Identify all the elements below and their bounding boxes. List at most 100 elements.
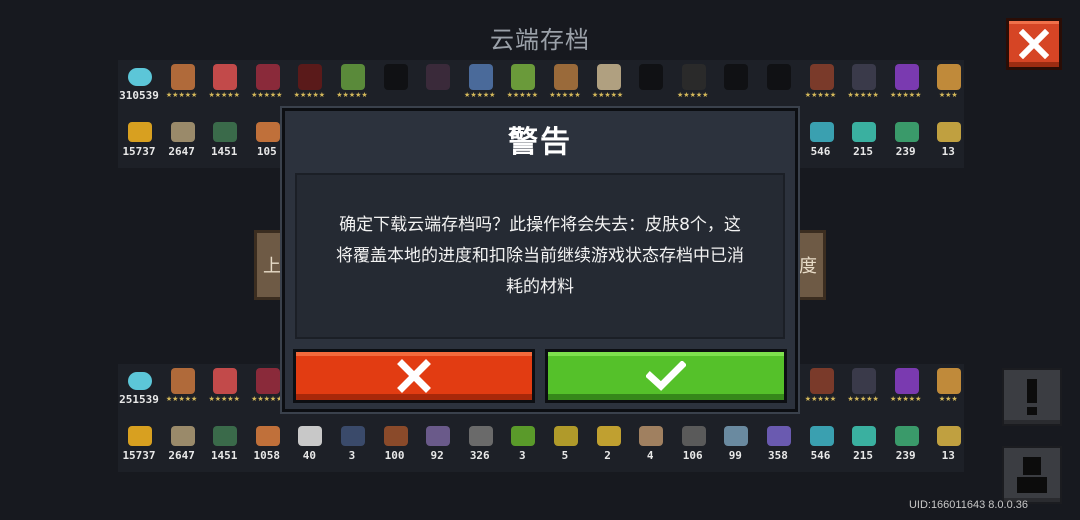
- hero-skin-icon: [170, 64, 195, 90]
- material-icon: [724, 426, 749, 446]
- skin-slot: ★★★★★: [842, 364, 885, 416]
- material-icon: [170, 426, 195, 446]
- hero-skin-icon: [255, 64, 280, 90]
- skin-slot: ★★★★★: [587, 60, 630, 112]
- material-count: 13: [941, 145, 955, 158]
- page-title: 云端存档: [490, 26, 590, 54]
- material-icon: [937, 426, 962, 446]
- material-icon: [681, 426, 706, 446]
- hero-skin-icon: [468, 64, 493, 90]
- material-icon: [596, 426, 621, 446]
- skin-stars: ★★★★★: [591, 91, 624, 99]
- material-icon: [468, 426, 493, 446]
- hero-skin-icon: [681, 64, 706, 90]
- skin-slot: ★★★★★: [331, 60, 374, 112]
- hero-skin-icon: [852, 64, 877, 90]
- hero-skin-icon: [937, 368, 962, 394]
- skin-slot: ★★★★★: [203, 364, 246, 416]
- skin-stars: ★★★★★: [293, 91, 326, 99]
- skin-slot: ★★★★★: [800, 364, 843, 416]
- skin-stars: ★★★★★: [549, 91, 581, 99]
- skin-stars: ★★★★★: [208, 91, 240, 99]
- material-slot: 326: [459, 420, 502, 472]
- hero-skin-icon: [298, 64, 323, 90]
- material-slot: 358: [757, 420, 800, 472]
- material-icon: [852, 426, 877, 446]
- dialog-message-line: 确定下载云端存档吗？此操作将会失去：皮肤8个，这: [339, 214, 741, 235]
- material-icon: [128, 426, 152, 446]
- hero-skin-icon: [596, 64, 621, 90]
- upload-button-label: 上: [263, 256, 281, 277]
- dialog-title: 警告: [508, 125, 572, 160]
- material-slot: 100: [374, 420, 417, 472]
- skin-stars: ★★★★★: [847, 395, 879, 403]
- skin-slot: ★★★★★: [800, 60, 843, 112]
- skin-slot: ★★★★★: [842, 60, 885, 112]
- dialog-message-line: 将覆盖本地的进度和扣除当前继续游戏状态存档中已消: [336, 245, 744, 266]
- skin-slot: ★★★★★: [288, 60, 331, 112]
- skin-slot: ★★★★★: [161, 60, 204, 112]
- skin-stars: ★★★: [938, 91, 958, 99]
- skin-stars: ★★★★★: [889, 91, 922, 99]
- hero-skin-icon: [340, 64, 365, 90]
- hero-skin-icon: [213, 368, 238, 394]
- material-icon: [213, 426, 238, 446]
- hero-skin-icon: [511, 64, 536, 90]
- hero-skin-icon: [553, 64, 578, 90]
- skin-slot: [416, 60, 459, 112]
- skin-slot: ★★★: [927, 364, 970, 416]
- confirm-button[interactable]: [545, 349, 787, 403]
- gem-icon: [128, 372, 152, 390]
- material-slot: 5: [544, 420, 587, 472]
- hero-skin-icon: [639, 64, 664, 90]
- skin-stars: ★★★★★: [165, 91, 198, 99]
- alert-button[interactable]: [1002, 368, 1062, 426]
- skin-stars: ★★★★★: [251, 91, 283, 99]
- hero-skin-icon: [766, 64, 791, 90]
- skin-slot: [374, 60, 417, 112]
- material-icon: [766, 426, 791, 446]
- exclamation-icon: [1027, 379, 1037, 415]
- material-slot: 3: [501, 420, 544, 472]
- close-button[interactable]: [1006, 18, 1062, 70]
- dialog-message-line: 耗的材料: [506, 276, 574, 297]
- dialog-body: 确定下载云端存档吗？此操作将会失去：皮肤8个，这 将覆盖本地的进度和扣除当前继续…: [295, 173, 785, 339]
- material-icon: [894, 122, 919, 142]
- skin-slot: ★★★: [927, 60, 970, 112]
- hero-skin-icon: [170, 368, 195, 394]
- skin-slot: ★★★★★: [885, 60, 928, 112]
- game-screen: 云端存档 310539 ★★★★★ ★★★★★ ★★★★★ ★★★★★ ★★★★★ ★★★★…: [0, 0, 1080, 520]
- material-icon: [128, 122, 152, 142]
- skin-slot: ★★★★★: [246, 60, 289, 112]
- material-slot: 2647: [161, 116, 204, 168]
- material-slot: 239: [885, 116, 928, 168]
- material-slot: 546: [800, 420, 843, 472]
- material-slot: 106: [672, 420, 715, 472]
- gem-icon: [128, 68, 152, 86]
- hero-skin-icon: [809, 64, 834, 90]
- skin-stars: ★★★★★: [464, 91, 496, 99]
- gem-counter: 310539: [118, 60, 161, 112]
- material-slot: 13: [927, 420, 970, 472]
- skin-stars: ★★★: [938, 395, 958, 403]
- skin-stars: ★★★★★: [677, 91, 709, 99]
- account-button[interactable]: [1002, 446, 1062, 504]
- local-material-row: 15737 2647 1451 1058 40 3 100 92 326 3 5 2 4 106 99 358…: [118, 420, 970, 472]
- material-slot: 546: [800, 116, 843, 168]
- cancel-button[interactable]: [293, 349, 535, 403]
- skin-slot: ★★★★★: [672, 60, 715, 112]
- hero-skin-icon: [383, 64, 408, 90]
- cloud-skin-row: 310539 ★★★★★ ★★★★★ ★★★★★ ★★★★★ ★★★★★ ★★★★★ ★★★★…: [118, 60, 970, 112]
- material-slot: 2647: [161, 420, 204, 472]
- material-icon: [255, 122, 280, 142]
- gem-count: 251539: [119, 393, 159, 406]
- material-icon: [511, 426, 536, 446]
- hero-skin-icon: [426, 64, 451, 90]
- material-icon: [809, 122, 834, 142]
- skin-slot: ★★★★★: [501, 60, 544, 112]
- skin-stars: ★★★★★: [804, 91, 837, 99]
- material-icon: [553, 426, 578, 446]
- cross-icon: [397, 359, 431, 393]
- material-icon: [298, 426, 323, 446]
- material-icon: [894, 426, 919, 446]
